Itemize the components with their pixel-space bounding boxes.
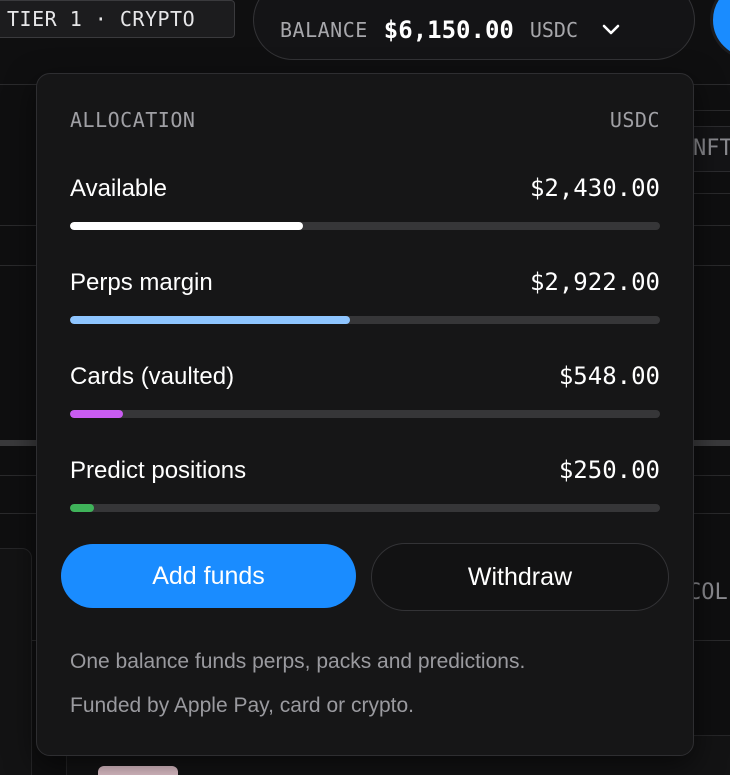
balance-amount: $6,150.00	[383, 16, 514, 44]
balance-label: BALANCE	[280, 18, 368, 42]
allocation-row-cards-vaulted: Cards (vaulted) $548.00	[70, 362, 660, 422]
allocation-label: Available	[70, 175, 167, 202]
allocation-label: Predict positions	[70, 457, 247, 484]
allocation-label: Perps margin	[70, 269, 213, 296]
allocation-label: Cards (vaulted)	[70, 363, 235, 390]
withdraw-button[interactable]: Withdraw	[371, 543, 669, 611]
allocation-row-perps-margin: Perps margin $2,922.00	[70, 268, 660, 328]
balance-note-line-2: Funded by Apple Pay, card or crypto.	[70, 694, 414, 717]
allocation-amount: $2,430.00	[529, 174, 660, 202]
bg-card	[0, 548, 32, 775]
allocation-progress-track	[70, 316, 660, 324]
action-buttons: Add funds Withdraw	[61, 543, 671, 611]
tier-label: TIER 1 · CRYPTO	[7, 7, 196, 31]
allocation-amount: $2,922.00	[529, 268, 660, 296]
allocation-progress-fill	[70, 316, 351, 324]
bg-card-thumbnail	[98, 766, 178, 775]
allocation-dropdown: ALLOCATION USDC Available $2,430.00 Perp…	[36, 73, 694, 756]
bg-divider	[694, 193, 730, 194]
bg-tab-nft[interactable]: NFT	[688, 126, 730, 172]
allocation-progress-track	[70, 222, 660, 230]
allocation-amount: $250.00	[558, 456, 660, 484]
allocation-progress-track	[70, 504, 660, 512]
allocation-title: ALLOCATION	[70, 108, 196, 132]
bg-divider	[694, 110, 730, 111]
bg-tab-nft-label: NFT	[693, 136, 730, 161]
balance-currency: USDC	[529, 18, 579, 42]
allocation-row-available: Available $2,430.00	[70, 174, 660, 234]
tier-badge[interactable]: TIER 1 · CRYPTO	[0, 0, 235, 38]
allocation-currency: USDC	[609, 108, 660, 132]
allocation-header: ALLOCATION USDC	[70, 108, 660, 132]
app-screen: NFT COL TIER 1 · CRYPTO BALANCE $6,150.0…	[0, 0, 730, 775]
allocation-progress-fill	[70, 410, 123, 418]
chevron-down-icon	[600, 19, 622, 41]
allocation-amount: $548.00	[558, 362, 660, 390]
avatar[interactable]	[710, 0, 730, 60]
balance-note-line-1: One balance funds perps, packs and predi…	[70, 650, 526, 673]
add-funds-button[interactable]: Add funds	[61, 544, 356, 608]
allocation-progress-fill	[70, 222, 304, 230]
allocation-progress-track	[70, 410, 660, 418]
allocation-row-predict-positions: Predict positions $250.00	[70, 456, 660, 516]
balance-dropdown-toggle[interactable]: BALANCE $6,150.00 USDC	[253, 0, 695, 60]
allocation-progress-fill	[70, 504, 94, 512]
